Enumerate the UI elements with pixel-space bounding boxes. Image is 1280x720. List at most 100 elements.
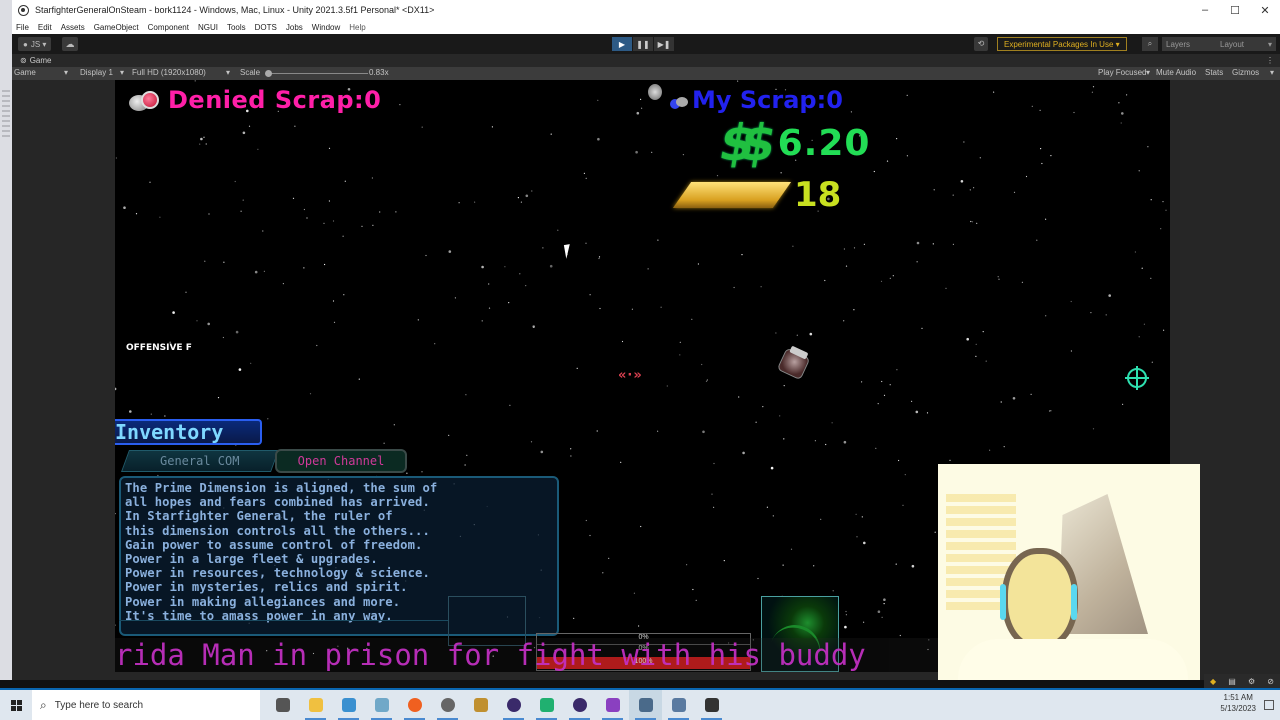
star [706, 379, 709, 381]
menu-window[interactable]: Window [312, 23, 340, 32]
menu-tools[interactable]: Tools [227, 23, 246, 32]
taskbar-app-task-view[interactable] [266, 690, 299, 720]
tray-icon[interactable]: ▤ [1228, 677, 1236, 686]
star [481, 265, 484, 269]
star [963, 141, 965, 143]
menu-jobs[interactable]: Jobs [286, 23, 303, 32]
account-dropdown[interactable]: ● JS ▾ [18, 37, 52, 51]
star [853, 247, 856, 249]
star [921, 327, 923, 329]
news-ticker: rida Man in prison for fight with his bu… [115, 638, 945, 672]
taskbar-app-visual-studio[interactable] [596, 690, 629, 720]
playback-controls: ▶ ❚❚ ▶❚ [612, 37, 675, 51]
star [916, 261, 918, 263]
star [657, 239, 659, 241]
tab-open-channel[interactable]: Open Channel [275, 449, 407, 473]
taskbar-app-app-notepad[interactable] [365, 690, 398, 720]
menu-ngui[interactable]: NGUI [198, 23, 218, 32]
unity-logo-icon [18, 4, 29, 16]
play-focused-dropdown[interactable]: Play Focused [1098, 68, 1146, 77]
star [542, 247, 544, 249]
start-button[interactable] [0, 690, 32, 720]
star [975, 355, 977, 357]
resolution-dropdown[interactable]: Full HD (1920x1080) [132, 68, 206, 77]
play-button[interactable]: ▶ [612, 37, 632, 51]
star [294, 125, 296, 127]
star [1050, 155, 1052, 157]
windows-taskbar: ⌕ Type here to search [0, 690, 1280, 720]
star [620, 461, 622, 463]
notification-icon[interactable] [1264, 700, 1274, 710]
tab-general-com[interactable]: General COM [120, 450, 280, 472]
menu-component[interactable]: Component [148, 23, 189, 32]
star [383, 442, 385, 444]
star [775, 332, 777, 334]
history-icon[interactable]: ⟲ [974, 37, 988, 51]
tray-icon[interactable]: ⚙ [1248, 677, 1255, 686]
pause-button[interactable]: ❚❚ [633, 37, 653, 51]
star [686, 564, 688, 566]
star [242, 131, 246, 135]
layout-dropdown[interactable]: Layout ▾ [1216, 37, 1276, 51]
search-icon[interactable]: ⌕ [1142, 37, 1158, 51]
menu-dots[interactable]: DOTS [255, 23, 277, 32]
scale-slider-track[interactable] [268, 73, 368, 74]
taskbar-app-file-explorer[interactable] [299, 690, 332, 720]
taskbar-app-unity[interactable] [695, 690, 728, 720]
tray-icon[interactable]: ◆ [1210, 677, 1216, 686]
view-mode-dropdown[interactable]: Game [14, 68, 36, 77]
taskbar-clock[interactable]: 1:51 AM 5/13/2023 [1220, 692, 1256, 714]
star [425, 254, 427, 257]
more-options-icon[interactable]: ⋮ [1266, 56, 1274, 65]
mute-audio-toggle[interactable]: Mute Audio [1156, 68, 1196, 77]
taskbar-app-eclipse-1[interactable] [497, 690, 530, 720]
experimental-packages-button[interactable]: Experimental Packages In Use ▾ [997, 37, 1127, 51]
gold-bar-icon [672, 182, 792, 208]
minimize-button[interactable]: – [1190, 0, 1220, 20]
tab-game[interactable]: Game [30, 56, 52, 65]
taskbar-app-unity-hub[interactable] [431, 690, 464, 720]
display-dropdown[interactable]: Display 1 [80, 68, 113, 77]
gizmos-toggle[interactable]: Gizmos [1232, 68, 1259, 77]
taskbar-app-league[interactable] [464, 690, 497, 720]
menu-help[interactable]: Help [349, 23, 365, 32]
cloud-icon[interactable]: ☁ [62, 37, 78, 51]
star [796, 334, 798, 336]
star [892, 275, 894, 277]
star [434, 343, 436, 345]
menu-assets[interactable]: Assets [61, 23, 85, 32]
taskbar-app-unity-editor[interactable] [629, 690, 662, 720]
crosshair-icon[interactable] [1125, 366, 1149, 390]
inventory-button[interactable]: Inventory [115, 419, 262, 445]
star [150, 413, 152, 415]
taskbar-app-app-green[interactable] [530, 690, 563, 720]
scale-slider-handle[interactable] [265, 70, 272, 77]
star [123, 206, 126, 209]
taskbar-app-app-network[interactable] [662, 690, 695, 720]
scale-value: 0.83x [369, 68, 389, 77]
menu-file[interactable]: File [16, 23, 29, 32]
taskbar-app-eclipse-2[interactable] [563, 690, 596, 720]
star [647, 268, 649, 270]
tray-icon[interactable]: ⊘ [1267, 677, 1274, 686]
taskbar-app-firefox[interactable] [398, 690, 431, 720]
chat-line: In Starfighter General, the ruler of [125, 509, 393, 524]
taskbar-search-input[interactable]: ⌕ Type here to search [32, 690, 260, 720]
layers-dropdown[interactable]: Layers▾ [1162, 37, 1224, 51]
star [242, 199, 244, 201]
firefox-icon [407, 698, 422, 712]
unity-hub-icon [440, 698, 455, 712]
star [960, 180, 964, 183]
step-button[interactable]: ▶❚ [654, 37, 674, 51]
close-button[interactable]: ✕ [1250, 0, 1280, 20]
chevron-down-icon: ▾ [1267, 39, 1272, 49]
stats-toggle[interactable]: Stats [1205, 68, 1223, 77]
maximize-button[interactable]: ☐ [1220, 0, 1250, 20]
taskbar-app-app-monitor[interactable] [332, 690, 365, 720]
star [843, 440, 847, 444]
menu-gameobject[interactable]: GameObject [94, 23, 139, 32]
menu-edit[interactable]: Edit [38, 23, 52, 32]
star [199, 143, 201, 145]
chat-input[interactable] [119, 620, 449, 632]
star [1091, 91, 1093, 93]
